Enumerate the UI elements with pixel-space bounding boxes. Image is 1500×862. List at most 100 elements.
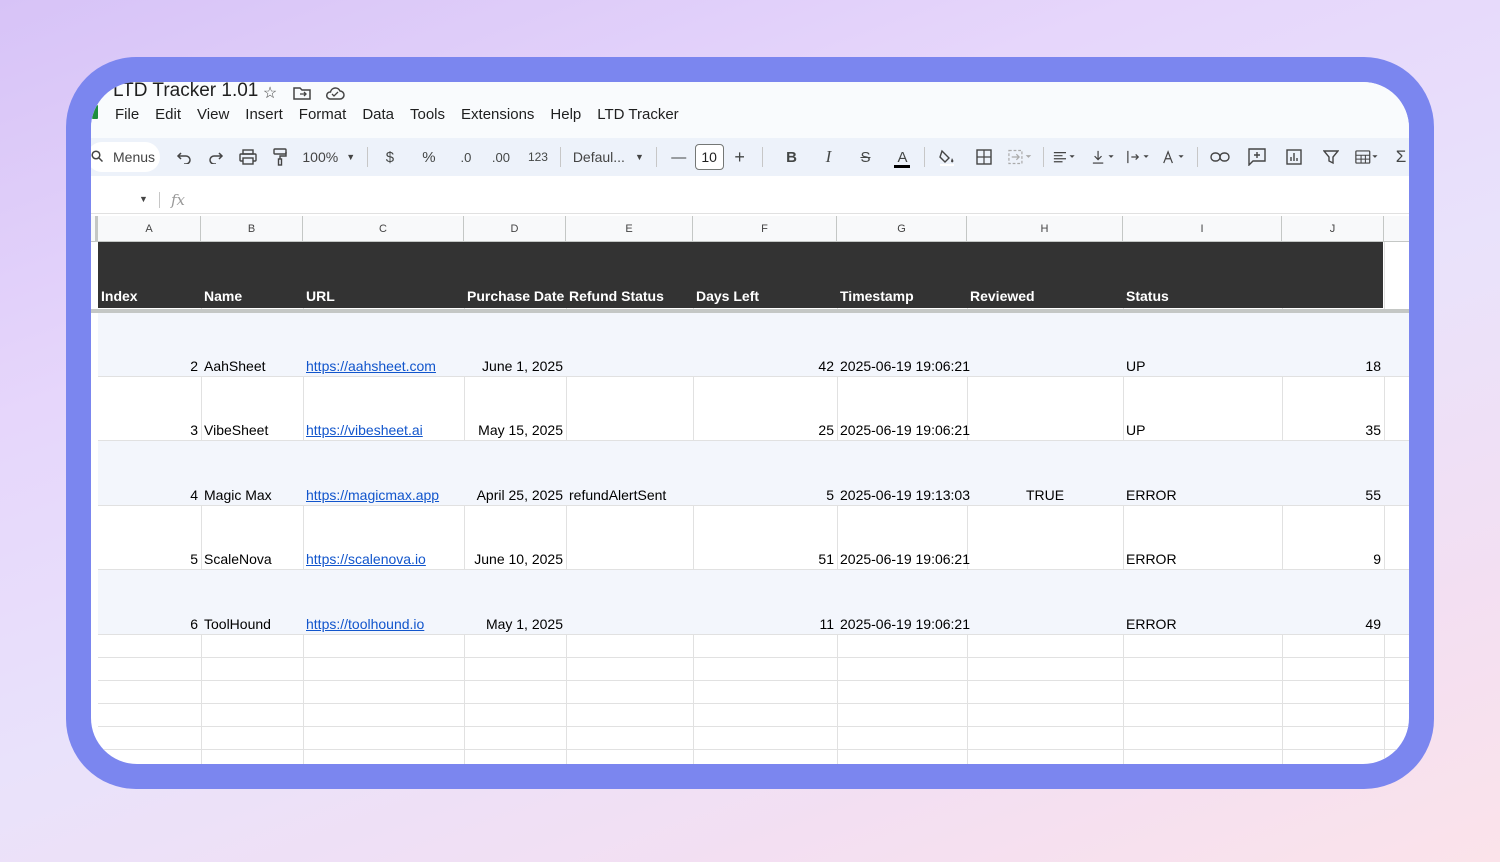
column-header-c[interactable]: C: [303, 216, 464, 242]
column-header-j[interactable]: J: [1282, 216, 1384, 242]
cell-days-left[interactable]: 5: [693, 487, 837, 503]
decrease-decimal-button[interactable]: .0: [451, 142, 481, 172]
cell-j[interactable]: 35: [1282, 422, 1384, 438]
cell-index[interactable]: 2: [98, 358, 201, 374]
text-rotation-icon[interactable]: [1160, 142, 1190, 172]
cell-purchase-date[interactable]: May 15, 2025: [464, 422, 566, 438]
move-to-folder-icon[interactable]: [291, 82, 313, 104]
column-header-g[interactable]: G: [837, 216, 967, 242]
cell-name[interactable]: Magic Max: [201, 487, 303, 503]
menu-insert[interactable]: Insert: [237, 105, 291, 125]
menu-edit[interactable]: Edit: [147, 105, 189, 125]
strikethrough-button[interactable]: S: [850, 142, 880, 172]
cell-j[interactable]: 55: [1282, 487, 1384, 503]
menu-tools[interactable]: Tools: [402, 105, 453, 125]
cell-status[interactable]: ERROR: [1123, 487, 1282, 503]
column-header-b[interactable]: B: [201, 216, 303, 242]
paint-format-icon[interactable]: [265, 142, 295, 172]
text-color-button[interactable]: A: [887, 142, 917, 172]
cell-status[interactable]: ERROR: [1123, 551, 1282, 567]
font-select[interactable]: Defaul... ▼: [567, 149, 650, 165]
column-header-e[interactable]: E: [566, 216, 693, 242]
cell-j[interactable]: 18: [1282, 358, 1384, 374]
document-title[interactable]: LTD Tracker 1.01: [113, 82, 258, 102]
cell-purchase-date[interactable]: May 1, 2025: [464, 616, 566, 632]
column-header-d[interactable]: D: [464, 216, 566, 242]
cell-status[interactable]: UP: [1123, 358, 1282, 374]
percent-format-button[interactable]: %: [414, 142, 444, 172]
text-wrap-icon[interactable]: [1125, 142, 1155, 172]
vertical-align-icon[interactable]: [1090, 142, 1120, 172]
cell-days-left[interactable]: 51: [693, 551, 837, 567]
cell-purchase-date[interactable]: June 1, 2025: [464, 358, 566, 374]
cell-url-link[interactable]: https://aahsheet.com: [303, 358, 464, 374]
menu-extensions[interactable]: Extensions: [453, 105, 542, 125]
search-menus[interactable]: Menus: [91, 142, 160, 172]
menu-file[interactable]: File: [115, 105, 147, 125]
cell-name[interactable]: VibeSheet: [201, 422, 303, 438]
increase-font-size-button[interactable]: +: [725, 142, 755, 172]
column-header-a[interactable]: A: [98, 216, 201, 242]
name-box-dropdown[interactable]: ▼: [139, 194, 148, 204]
fill-color-icon[interactable]: [932, 142, 962, 172]
italic-button[interactable]: I: [813, 142, 843, 172]
functions-icon[interactable]: Σ: [1386, 142, 1409, 172]
currency-format-button[interactable]: $: [375, 142, 405, 172]
header-url[interactable]: URL: [303, 288, 335, 304]
menu-view[interactable]: View: [189, 105, 237, 125]
cell-url-link[interactable]: https://magicmax.app: [303, 487, 464, 503]
header-refund-status[interactable]: Refund Status: [566, 288, 664, 304]
cloud-status-icon[interactable]: [324, 82, 346, 104]
column-header-f[interactable]: F: [693, 216, 837, 242]
cell-reviewed[interactable]: TRUE: [967, 487, 1123, 503]
cell-index[interactable]: 4: [98, 487, 201, 503]
empty-row[interactable]: [98, 704, 1409, 727]
cell-purchase-date[interactable]: June 10, 2025: [464, 551, 566, 567]
cell-status[interactable]: UP: [1123, 422, 1282, 438]
header-purchase-date[interactable]: Purchase Date: [464, 288, 564, 304]
undo-icon[interactable]: [169, 142, 199, 172]
table-icon[interactable]: [1353, 142, 1383, 172]
cell-j[interactable]: 49: [1282, 616, 1384, 632]
cell-status[interactable]: ERROR: [1123, 616, 1282, 632]
chart-icon[interactable]: [1279, 142, 1309, 172]
bold-button[interactable]: B: [776, 142, 806, 172]
header-index[interactable]: Index: [98, 288, 138, 304]
cell-name[interactable]: AahSheet: [201, 358, 303, 374]
star-icon[interactable]: ☆: [259, 82, 281, 104]
font-size-input[interactable]: 10: [694, 144, 724, 170]
column-header-i[interactable]: I: [1123, 216, 1282, 242]
cell-days-left[interactable]: 25: [693, 422, 837, 438]
cell-timestamp[interactable]: 2025-06-19 19:06:21: [837, 358, 974, 374]
empty-row[interactable]: [98, 727, 1409, 750]
header-status[interactable]: Status: [1123, 288, 1169, 304]
cell-j[interactable]: 9: [1282, 551, 1384, 567]
borders-icon[interactable]: [969, 142, 999, 172]
cell-timestamp[interactable]: 2025-06-19 19:06:21: [837, 422, 974, 438]
cell-url-link[interactable]: https://vibesheet.ai: [303, 422, 464, 438]
cell-days-left[interactable]: 11: [693, 616, 837, 632]
cell-url-link[interactable]: https://scalenova.io: [303, 551, 464, 567]
increase-decimal-button[interactable]: .00: [486, 142, 516, 172]
menu-ltd-tracker[interactable]: LTD Tracker: [589, 105, 686, 125]
header-reviewed[interactable]: Reviewed: [967, 288, 1035, 304]
menu-format[interactable]: Format: [291, 105, 355, 125]
cell-index[interactable]: 5: [98, 551, 201, 567]
align-left-icon[interactable]: [1051, 142, 1081, 172]
zoom-select[interactable]: 100% ▼: [296, 149, 361, 165]
empty-row[interactable]: [98, 681, 1409, 704]
cell-name[interactable]: ToolHound: [201, 616, 303, 632]
header-timestamp[interactable]: Timestamp: [837, 288, 914, 304]
number-format-button[interactable]: 123: [523, 142, 553, 172]
cell-purchase-date[interactable]: April 25, 2025: [464, 487, 566, 503]
comment-icon[interactable]: [1242, 142, 1272, 172]
cell-url-link[interactable]: https://toolhound.io: [303, 616, 464, 632]
redo-icon[interactable]: [201, 142, 231, 172]
cell-timestamp[interactable]: 2025-06-19 19:06:21: [837, 616, 974, 632]
header-days-left[interactable]: Days Left: [693, 288, 759, 304]
header-name[interactable]: Name: [201, 288, 242, 304]
cell-timestamp[interactable]: 2025-06-19 19:13:03: [837, 487, 974, 503]
menu-help[interactable]: Help: [542, 105, 589, 125]
cell-timestamp[interactable]: 2025-06-19 19:06:21: [837, 551, 974, 567]
merge-cells-icon[interactable]: [1006, 142, 1036, 172]
